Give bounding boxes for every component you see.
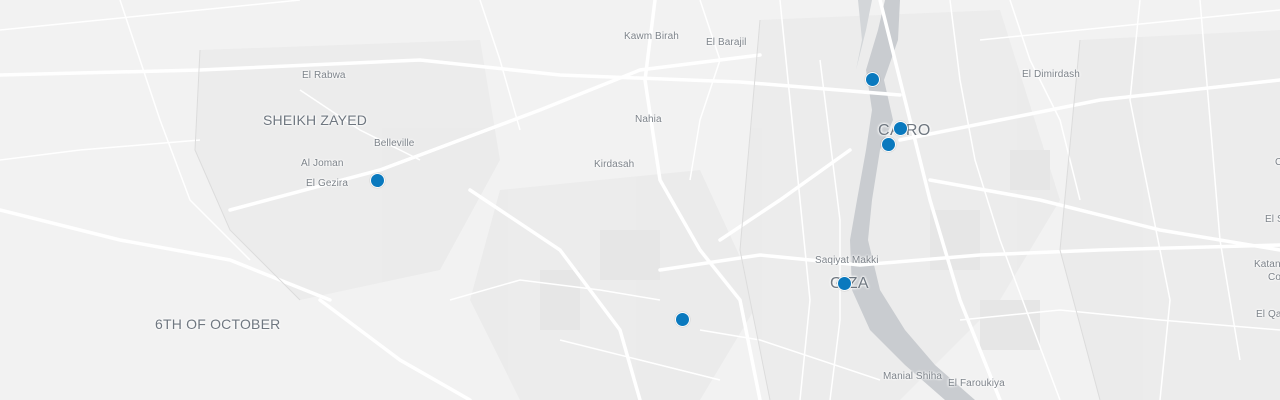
map-base-layer [0,0,1280,400]
label-belleville: Belleville [374,138,415,149]
label-kirdasah: Kirdasah [594,159,635,170]
map-canvas[interactable]: Kawm Birah El Barajil El Rabwa El Dimird… [0,0,1280,400]
map-marker[interactable] [675,312,690,327]
label-edge-co: Co [1268,272,1280,283]
map-marker[interactable] [865,72,880,87]
label-el-dimirdash: El Dimirdash [1022,69,1080,80]
label-nahia: Nahia [635,114,662,125]
label-manial-shiha: Manial Shiha [883,371,943,382]
label-edge-katan: Katan [1254,259,1280,270]
label-el-rabwa: El Rabwa [302,70,346,81]
label-saqiyat-makki: Saqiyat Makki [815,255,879,266]
label-sheikh-zayed: SHEIKH ZAYED [263,112,368,128]
label-el-gezira: El Gezira [306,178,349,189]
label-edge-el-s: El S [1265,214,1280,225]
map-marker[interactable] [370,173,385,188]
label-edge-c: C [1275,157,1280,168]
label-6th-of-october: 6TH OF OCTOBER [155,316,281,332]
map-marker[interactable] [893,121,908,136]
label-edge-el-qa: El Qa [1256,309,1280,320]
label-el-faroukiya: El Faroukiya [948,378,1005,389]
map-marker[interactable] [837,276,852,291]
label-kawm-birah: Kawm Birah [624,31,679,42]
label-el-barajil: El Barajil [706,37,747,48]
map-marker[interactable] [881,137,896,152]
label-al-joman: Al Joman [301,158,344,169]
